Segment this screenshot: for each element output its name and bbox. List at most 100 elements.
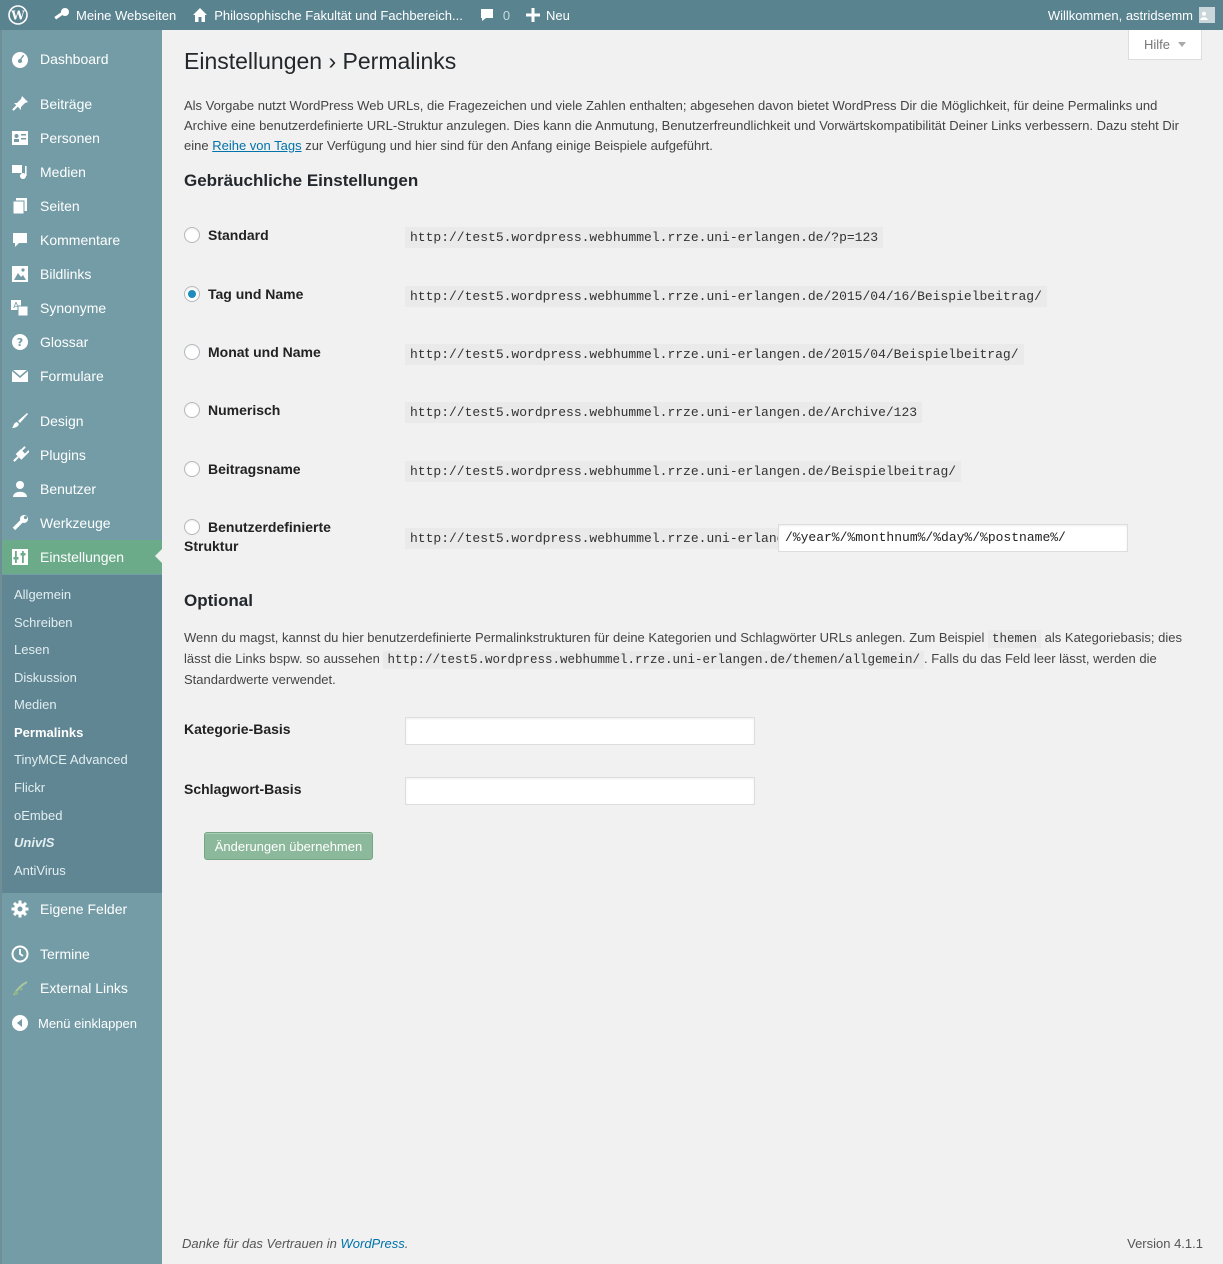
submenu-permalinks[interactable]: Permalinks <box>14 725 83 740</box>
option-label: Standard <box>208 227 269 243</box>
mail-icon <box>10 366 30 386</box>
plus-icon <box>526 8 541 22</box>
menu-label: Dashboard <box>40 51 109 67</box>
menu-comments[interactable]: Kommentare <box>2 223 162 257</box>
submenu-univis[interactable]: UnivIS <box>14 835 54 850</box>
optional-heading: Optional <box>184 591 253 610</box>
radio-day-name[interactable] <box>184 286 200 302</box>
menu-label: Formulare <box>40 368 104 384</box>
submenu-media[interactable]: Medien <box>14 697 57 712</box>
menu-settings[interactable]: Einstellungen <box>2 540 163 574</box>
site-name-link[interactable]: Philosophische Fakultät und Fachbereich.… <box>184 0 471 30</box>
menu-media[interactable]: Medien <box>2 155 162 189</box>
comments-count: 0 <box>502 7 511 23</box>
menu-collapse[interactable]: Menü einklappen <box>2 1006 162 1040</box>
radio-numeric[interactable] <box>184 402 200 418</box>
link-icon <box>10 978 30 998</box>
greeting-text: Willkommen, astridsemm <box>1047 7 1193 23</box>
footer-version: Version 4.1.1 <box>1127 1236 1203 1251</box>
menu-persons[interactable]: Personen <box>2 121 162 155</box>
footer-thanks: Danke für das Vertrauen in WordPress. <box>182 1236 409 1251</box>
menu-label: Personen <box>40 130 100 146</box>
submenu-tinymce[interactable]: TinyMCE Advanced <box>14 752 128 767</box>
tag-base-input[interactable] <box>405 777 755 805</box>
dashboard-icon <box>10 49 30 69</box>
menu-forms[interactable]: Formulare <box>2 359 162 393</box>
menu-external-links[interactable]: External Links <box>2 971 162 1005</box>
option-day-name: Tag und Name http://test5.wordpress.webh… <box>184 282 1184 307</box>
example-url: http://test5.wordpress.webhummel.rrze.un… <box>405 344 1024 365</box>
comment-icon <box>10 230 30 250</box>
custom-base-url: http://test5.wordpress.webhummel.rrze.un… <box>405 528 829 549</box>
menu-label: Seiten <box>40 198 80 214</box>
menu-label: Kommentare <box>40 232 121 248</box>
menu-custom-fields[interactable]: Eigene Felder <box>2 892 162 926</box>
category-base-input[interactable] <box>405 717 755 745</box>
radio-post-name[interactable] <box>184 461 200 477</box>
avatar <box>1199 7 1215 23</box>
page-title: Einstellungen › Permalinks <box>184 48 457 74</box>
example-code: http://test5.wordpress.webhummel.rrze.un… <box>383 651 925 669</box>
pin-icon <box>10 94 30 114</box>
site-name-label: Philosophische Fakultät und Fachbereich.… <box>214 7 463 23</box>
example-url: http://test5.wordpress.webhummel.rrze.un… <box>405 461 962 482</box>
menu-synonyms[interactable]: A Synonyme <box>2 291 162 325</box>
radio-custom[interactable] <box>184 519 200 535</box>
wrench-icon <box>10 513 30 533</box>
menu-imagelinks[interactable]: Bildlinks <box>2 257 162 291</box>
submenu-flickr[interactable]: Flickr <box>14 780 45 795</box>
example-url: http://test5.wordpress.webhummel.rrze.un… <box>405 402 923 423</box>
custom-structure-input[interactable]: /%year%/%monthnum%/%day%/%postname%/ <box>778 524 1128 552</box>
example-url: http://test5.wordpress.webhummel.rrze.un… <box>405 286 1047 307</box>
help-icon: ? <box>10 332 30 352</box>
help-label: Hilfe <box>1143 37 1170 52</box>
my-sites-link[interactable]: Meine Webseiten <box>44 0 184 30</box>
menu-glossary[interactable]: ? Glossar <box>2 325 162 359</box>
category-base-label: Kategorie-Basis <box>184 721 291 737</box>
menu-posts[interactable]: Beiträge <box>2 87 162 121</box>
submenu-discussion[interactable]: Diskussion <box>14 670 77 685</box>
plugin-icon <box>10 445 30 465</box>
settings-icon <box>10 547 30 567</box>
optional-description: Wenn du magst, kannst du hier benutzerde… <box>184 630 1182 687</box>
menu-users[interactable]: Benutzer <box>2 472 162 506</box>
radio-month-name[interactable] <box>184 344 200 360</box>
submenu-antivirus[interactable]: AntiVirus <box>14 863 66 878</box>
submenu-oembed[interactable]: oEmbed <box>14 808 62 823</box>
brush-icon <box>10 411 30 431</box>
svg-text:?: ? <box>17 336 23 349</box>
menu-label: Design <box>40 413 84 429</box>
comments-link[interactable]: 0 <box>471 0 518 30</box>
menu-pages[interactable]: Seiten <box>2 189 162 223</box>
submenu-general[interactable]: Allgemein <box>14 587 71 602</box>
settings-submenu: Allgemein Schreiben Lesen Diskussion Med… <box>2 575 162 893</box>
pages-icon <box>10 196 30 216</box>
save-changes-button[interactable]: Änderungen übernehmen <box>204 832 373 860</box>
menu-design[interactable]: Design <box>2 404 162 438</box>
clock-icon <box>10 944 30 964</box>
menu-label: External Links <box>40 980 128 996</box>
menu-tools[interactable]: Werkzeuge <box>2 506 162 540</box>
new-content-link[interactable]: Neu <box>518 0 578 30</box>
wordpress-logo-icon[interactable]: W <box>0 0 44 30</box>
account-link[interactable]: Willkommen, astridsemm <box>1040 0 1223 30</box>
key-icon <box>54 8 69 20</box>
menu-plugins[interactable]: Plugins <box>2 438 162 472</box>
submenu-reading[interactable]: Lesen <box>14 642 49 657</box>
my-sites-label: Meine Webseiten <box>76 7 177 23</box>
wordpress-link[interactable]: WordPress <box>341 1236 405 1251</box>
media-icon <box>10 162 30 182</box>
main-content: Hilfe Einstellungen › Permalinks Als Vor… <box>162 30 1223 1264</box>
example-code: themen <box>988 630 1042 648</box>
help-tab-button[interactable]: Hilfe <box>1128 30 1202 60</box>
option-month-name: Monat und Name http://test5.wordpress.we… <box>184 340 1184 365</box>
menu-dashboard[interactable]: Dashboard <box>2 42 162 76</box>
id-card-icon <box>10 128 30 148</box>
admin-sidebar: Dashboard Beiträge Personen Medien Seite… <box>0 30 163 1264</box>
chevron-down-icon <box>1178 42 1186 47</box>
submenu-writing[interactable]: Schreiben <box>14 615 73 630</box>
tags-link[interactable]: Reihe von Tags <box>212 138 301 153</box>
svg-text:W: W <box>10 9 25 23</box>
radio-standard[interactable] <box>184 227 200 243</box>
menu-events[interactable]: Termine <box>2 937 162 971</box>
